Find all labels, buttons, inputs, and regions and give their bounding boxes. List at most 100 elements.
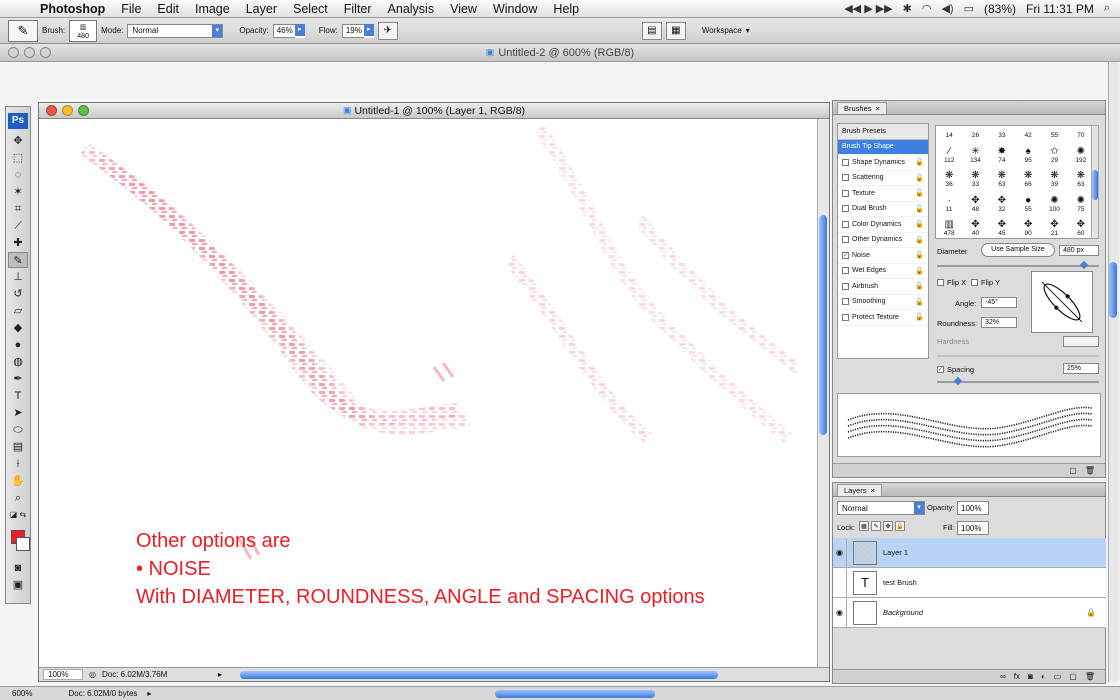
menu-image[interactable]: Image: [187, 2, 238, 16]
layer-style-icon[interactable]: fx: [1014, 672, 1020, 681]
brush-tip-cell[interactable]: ✥ 40: [962, 214, 988, 238]
blur-tool-icon[interactable]: ●: [8, 337, 28, 353]
back-vertical-scroll-thumb[interactable]: [1109, 262, 1117, 318]
flip-x-control[interactable]: Flip X: [937, 278, 966, 287]
visibility-eye-icon[interactable]: ◉: [833, 538, 847, 567]
roundness-input[interactable]: 32%: [981, 317, 1017, 328]
bluetooth-icon[interactable]: ✱: [903, 2, 912, 15]
brush-setting-item[interactable]: Other Dynamics 🔓: [838, 233, 928, 248]
brush-tip-cell[interactable]: 33: [989, 126, 1015, 140]
wifi-icon[interactable]: ◠: [922, 2, 932, 15]
marquee-tool-icon[interactable]: ⬚: [8, 150, 28, 166]
brush-tip-cell[interactable]: ✥ 45: [989, 214, 1015, 238]
quick-mask-icon[interactable]: ◙: [8, 560, 28, 576]
magic-wand-tool-icon[interactable]: ✶: [8, 184, 28, 200]
flow-input[interactable]: 19% ▸: [341, 23, 374, 38]
lock-icon[interactable]: 🔓: [915, 251, 924, 259]
diameter-input[interactable]: 480 px: [1059, 245, 1099, 256]
brush-setting-checkbox[interactable]: [842, 298, 849, 306]
brush-tip-cell[interactable]: 42: [1015, 126, 1041, 140]
brush-preset-picker[interactable]: ▥ 480: [69, 19, 98, 42]
zoom-tool-icon[interactable]: ⌕: [8, 490, 28, 506]
menu-help[interactable]: Help: [545, 2, 587, 16]
blend-mode-select[interactable]: Normal ▾: [837, 501, 925, 515]
menu-file[interactable]: File: [113, 2, 149, 16]
tab-layers[interactable]: Layers ×: [837, 484, 882, 496]
layer-opacity-input[interactable]: 100%: [957, 501, 989, 515]
delete-brush-icon[interactable]: 🗑: [1085, 466, 1095, 475]
document-titlebar[interactable]: ▣ Untitled-1 @ 100% (Layer 1, RGB/8): [39, 103, 829, 119]
lock-icon[interactable]: 🔓: [915, 267, 924, 275]
lock-icon[interactable]: 🔓: [915, 189, 924, 197]
new-brush-icon[interactable]: ▢: [1069, 466, 1077, 475]
airbrush-toggle-button[interactable]: ✈: [377, 21, 398, 40]
menu-layer[interactable]: Layer: [238, 2, 285, 16]
spacing-input[interactable]: 25%: [1063, 363, 1099, 374]
brush-setting-checkbox[interactable]: [842, 282, 849, 290]
type-tool-icon[interactable]: T: [8, 388, 28, 404]
brush-tip-cell[interactable]: ▥ 478: [936, 214, 962, 238]
menu-analysis[interactable]: Analysis: [380, 2, 443, 16]
brush-tip-cell[interactable]: ❋ 63: [989, 165, 1015, 189]
lock-icon[interactable]: 🔓: [915, 236, 924, 244]
brush-setting-item[interactable]: Color Dynamics 🔓: [838, 217, 928, 233]
back-doc-info[interactable]: Doc: 6.02M/0 bytes: [68, 689, 137, 698]
paint-bucket-tool-icon[interactable]: ◆: [8, 320, 28, 336]
angle-roundness-widget[interactable]: [1031, 271, 1093, 333]
lock-icon[interactable]: 🔓: [915, 174, 924, 182]
eyedropper-tool-icon[interactable]: ⟊: [8, 456, 28, 472]
brush-tip-cell[interactable]: ✥ 48: [962, 189, 988, 213]
flip-y-checkbox[interactable]: [971, 279, 978, 286]
brush-tip-cell[interactable]: 14: [936, 126, 962, 140]
visibility-toggle[interactable]: [833, 568, 847, 597]
opacity-slider-arrow-icon[interactable]: ▸: [294, 23, 305, 36]
brush-setting-item[interactable]: Scattering 🔓: [838, 171, 928, 186]
doc-info[interactable]: Doc: 6.02M/3.76M: [102, 670, 212, 679]
use-sample-size-button[interactable]: Use Sample Size: [981, 243, 1055, 257]
brush-setting-item[interactable]: Texture 🔓: [838, 186, 928, 202]
lock-pixels-icon[interactable]: ✎: [871, 521, 881, 531]
stamp-tool-icon[interactable]: ⊥: [8, 269, 28, 285]
brush-setting-item[interactable]: ✓ Noise 🔓: [838, 248, 928, 264]
brush-setting-checkbox[interactable]: [842, 236, 849, 244]
brush-setting-item[interactable]: Wet Edges 🔓: [838, 264, 928, 279]
brush-setting-checkbox[interactable]: [842, 174, 849, 182]
lock-icon[interactable]: 🔓: [915, 220, 924, 228]
brush-tip-cell[interactable]: ⁄ 112: [936, 140, 962, 164]
lock-icon[interactable]: 🔓: [915, 205, 924, 213]
brush-setting-item[interactable]: Protect Texture 🔓: [838, 310, 928, 326]
tool-preset-picker[interactable]: ✎: [8, 19, 38, 42]
close-icon[interactable]: ×: [876, 104, 880, 113]
hardness-input[interactable]: [1063, 336, 1099, 347]
spotlight-search-icon[interactable]: ⌕: [1104, 2, 1110, 15]
shape-tool-icon[interactable]: ⬭: [8, 422, 28, 438]
brush-setting-item[interactable]: Smoothing 🔓: [838, 295, 928, 310]
brush-tip-cell[interactable]: ✥ 21: [1041, 214, 1067, 238]
angle-input[interactable]: -45°: [981, 297, 1017, 308]
dodge-tool-icon[interactable]: ◍: [8, 354, 28, 370]
brushes-panel-toggle-button[interactable]: ▦: [665, 21, 686, 40]
background-color-swatch[interactable]: [16, 537, 30, 551]
brush-tip-cell[interactable]: ❋ 36: [936, 165, 962, 189]
eraser-tool-icon[interactable]: ▱: [8, 303, 28, 319]
volume-icon[interactable]: ◀): [941, 2, 953, 15]
notes-tool-icon[interactable]: ▤: [8, 439, 28, 455]
brush-tip-cell[interactable]: 26: [962, 126, 988, 140]
flip-x-checkbox[interactable]: [937, 279, 944, 286]
brush-tip-cell[interactable]: ✳ 134: [962, 140, 988, 164]
brush-setting-checkbox[interactable]: [842, 267, 849, 275]
brush-tip-cell[interactable]: ✸ 74: [989, 140, 1015, 164]
brush-tip-cell[interactable]: ♠ 95: [1015, 140, 1041, 164]
lock-all-icon[interactable]: 🔒: [895, 521, 905, 531]
delete-layer-icon[interactable]: 🗑: [1085, 672, 1095, 681]
hardness-slider[interactable]: [937, 355, 1099, 357]
menu-filter[interactable]: Filter: [336, 2, 380, 16]
brush-tip-cell[interactable]: ✥ 90: [1015, 214, 1041, 238]
back-zoom-value[interactable]: 600%: [12, 689, 32, 698]
brush-setting-item[interactable]: Brush Tip Shape: [838, 139, 928, 155]
close-button[interactable]: [8, 47, 19, 58]
healing-tool-icon[interactable]: ✚: [8, 235, 28, 251]
spacing-slider[interactable]: [937, 376, 1099, 386]
lock-icon[interactable]: 🔓: [915, 298, 924, 306]
close-button[interactable]: [46, 105, 57, 116]
